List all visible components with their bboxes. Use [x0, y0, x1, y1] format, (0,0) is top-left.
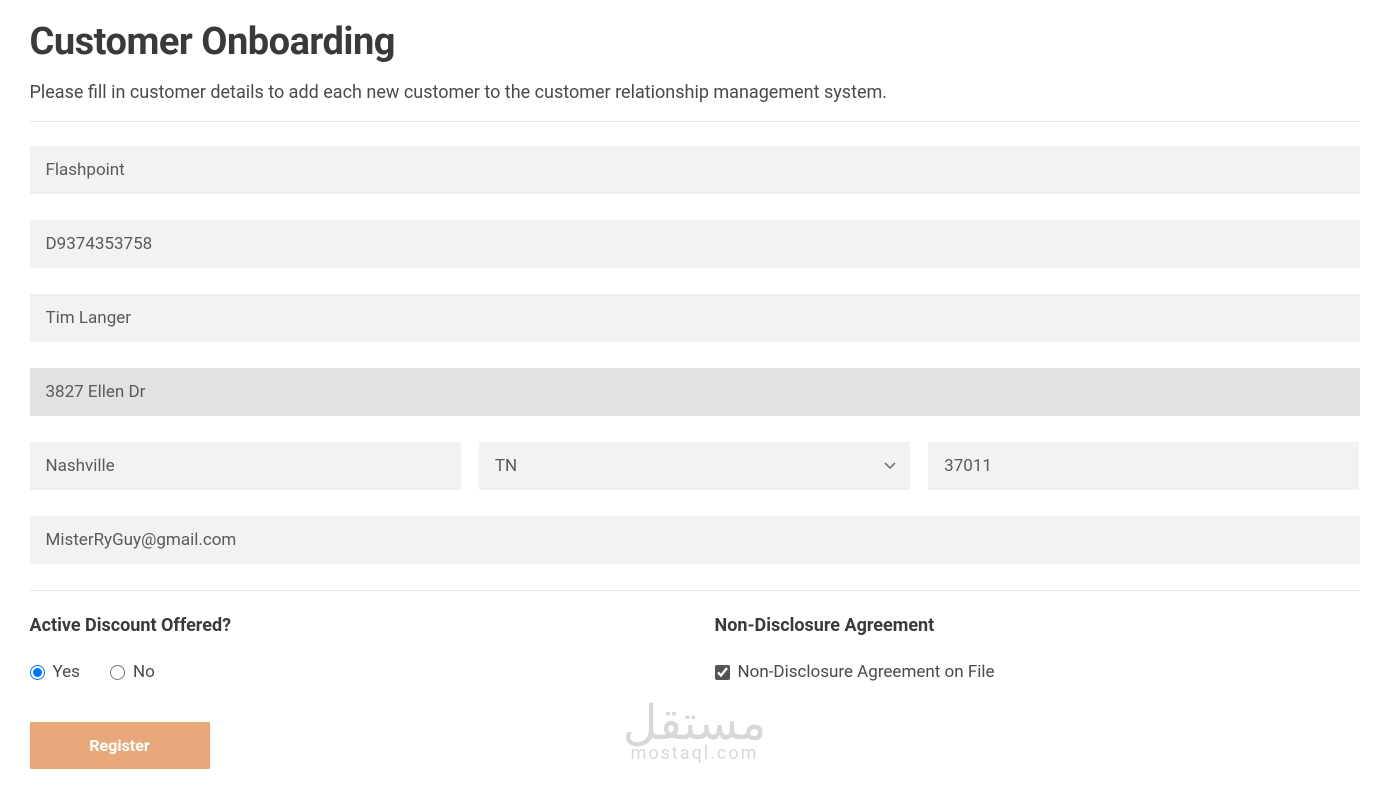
discount-heading: Active Discount Offered? [30, 615, 675, 636]
city-state-zip-row: TN [30, 442, 1360, 490]
zip-input[interactable] [928, 442, 1359, 490]
onboarding-form-container: Customer Onboarding Please fill in custo… [10, 0, 1380, 789]
contact-name-input[interactable] [30, 294, 1360, 342]
discount-yes-radio[interactable] [30, 665, 45, 680]
discount-radio-group: Yes No [30, 662, 675, 682]
nda-heading: Non-Disclosure Agreement [715, 615, 1360, 636]
nda-checkbox[interactable] [715, 665, 730, 680]
page-title: Customer Onboarding [30, 20, 1360, 64]
company-input[interactable] [30, 146, 1360, 194]
discount-yes-label: Yes [53, 662, 80, 682]
customer-id-input[interactable] [30, 220, 1360, 268]
divider [30, 590, 1360, 591]
discount-yes-option[interactable]: Yes [30, 662, 80, 682]
address-input[interactable] [30, 368, 1360, 416]
nda-checkbox-option[interactable]: Non-Disclosure Agreement on File [715, 662, 1360, 682]
email-input[interactable] [30, 516, 1360, 564]
discount-no-radio[interactable] [110, 665, 125, 680]
discount-section: Active Discount Offered? Yes No [30, 615, 675, 682]
discount-no-label: No [133, 662, 155, 682]
city-input[interactable] [30, 442, 461, 490]
state-select[interactable]: TN [479, 442, 910, 490]
divider [30, 121, 1360, 122]
options-row: Active Discount Offered? Yes No Non-Disc… [30, 615, 1360, 682]
page-subtitle: Please fill in customer details to add e… [30, 82, 1360, 103]
nda-checkbox-label: Non-Disclosure Agreement on File [738, 662, 995, 682]
discount-no-option[interactable]: No [110, 662, 155, 682]
register-button[interactable]: Register [30, 722, 210, 769]
nda-section: Non-Disclosure Agreement Non-Disclosure … [715, 615, 1360, 682]
